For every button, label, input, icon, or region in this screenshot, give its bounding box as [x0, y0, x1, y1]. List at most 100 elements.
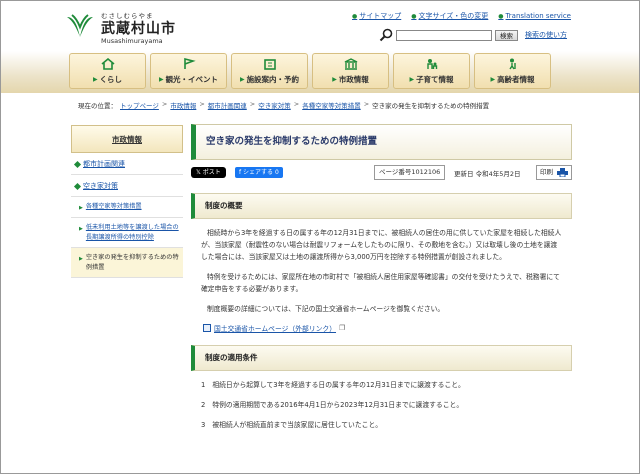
condition-item: 2 特例の適用期間である2016年4月1日から2023年12月31日までに譲渡する… — [201, 399, 572, 411]
sidebar-subitem-current: ▶ 空き家の発生を抑制するための特例措置 — [71, 248, 183, 278]
breadcrumb-prefix: 現在の位置： — [78, 102, 117, 110]
print-label: 印刷 — [540, 168, 553, 176]
main-content: 空き家の発生を抑制するための特例措置 𝕏 ポスト f シェアする 0 ページ番号… — [191, 124, 572, 431]
header-links: ● サイトマップ ● 文字サイズ・色の変更 ● Translation service — [352, 11, 571, 21]
x-post-button[interactable]: 𝕏 ポスト — [191, 167, 226, 178]
sitemap-label: サイトマップ — [359, 12, 402, 20]
sidebar-subitem-label: 空き家の発生を抑制するための特例措置 — [85, 254, 179, 271]
page-number: ページ番号1012106 — [374, 165, 446, 180]
nav-label: くらし — [99, 75, 123, 84]
triangle-icon: ● — [498, 12, 504, 20]
nav-city-info[interactable]: ▶ 市政情報 — [312, 53, 389, 89]
nav-label: 観光・イベント — [165, 75, 219, 84]
global-nav: ▶ くらし ▶ 観光・イベント ▶ 施設案内・予約 ▶ 市政情報 ▶ 子育て情報 ▶ 高齢者… — [1, 51, 639, 93]
search-icon — [379, 28, 393, 42]
external-link-label: 国土交通省ホームページ（外部リンク） — [214, 325, 337, 333]
search-input[interactable] — [396, 29, 492, 41]
nav-label: 市政情報 — [338, 75, 369, 84]
nav-label: 施設案内・予約 — [246, 75, 300, 84]
browser-frame: むさしむらやま 武蔵村山市 Musashimurayama ● サイトマップ ● 文… — [0, 0, 640, 474]
triangle-icon: ● — [411, 12, 417, 20]
search-help-link[interactable]: 検索の使い方 — [525, 30, 567, 40]
sidebar-subitem-land-deduction[interactable]: ▶ 低未利用土地等を譲渡した場合の長期譲渡所得の特別控除 — [71, 218, 183, 248]
triangle-icon: ▶ — [239, 76, 245, 83]
section-heading-conditions: 制度の適用条件 — [191, 345, 572, 371]
breadcrumb-vacant-house[interactable]: 空き家対策 — [258, 100, 291, 110]
section-heading-overview: 制度の概要 — [191, 193, 572, 219]
condition-text: 相続日から起算して3年を経過する日の属する年の12月31日までに譲渡すること。 — [212, 381, 465, 389]
facebook-share-button[interactable]: f シェアする 0 — [235, 167, 283, 178]
breadcrumb-measures[interactable]: 各種空家等対策措置 — [302, 100, 361, 110]
sidebar-item-label: 空き家対策 — [83, 182, 118, 190]
breadcrumb-separator: > — [199, 100, 205, 108]
search-button[interactable]: 検索 — [495, 29, 518, 41]
breadcrumb-separator: > — [363, 100, 370, 108]
sidebar-heading[interactable]: 市政情報 — [71, 125, 183, 153]
sitemap-link[interactable]: ● サイトマップ — [352, 11, 401, 21]
building-icon — [263, 59, 276, 70]
site-logo[interactable]: むさしむらやま 武蔵村山市 Musashimurayama — [65, 7, 205, 49]
nav-label: 高齢者情報 — [497, 75, 535, 84]
breadcrumb-top[interactable]: トップページ — [120, 100, 159, 110]
sidebar-subitem-measures[interactable]: ▶ 各種空家等対策措置 — [71, 197, 183, 218]
logo-roman: Musashimurayama — [101, 37, 163, 45]
logo-name: 武蔵村山市 — [101, 21, 176, 37]
city-hall-icon — [344, 58, 357, 70]
city-emblem-icon — [67, 14, 93, 37]
external-link-mlit[interactable]: 国土交通省ホームページ（外部リンク） ❐ — [203, 323, 572, 333]
overview-paragraph-1: 相続時から3年を経過する日の属する年の12月31日までに、被相続人の居住の用に供… — [201, 229, 562, 261]
sidebar-item-urban-planning[interactable]: 都市計画関連 — [71, 153, 183, 175]
translation-label: Translation service — [505, 12, 571, 20]
condition-item: 3 被相続人が相続直前まで当該家屋に居住していたこと。 — [201, 419, 572, 431]
sidebar: 市政情報 都市計画関連 空き家対策 ▶ 各種空家等対策措置 ▶ 低未利用土地等を譲渡… — [71, 125, 183, 278]
nav-label: 子育て情報 — [416, 75, 454, 84]
triangle-icon: ▶ — [79, 226, 83, 232]
link-icon — [203, 324, 211, 332]
triangle-icon: ▶ — [158, 76, 164, 83]
diamond-icon — [73, 160, 82, 168]
search-bar: 検索 検索の使い方 — [379, 28, 567, 42]
triangle-icon: ● — [352, 12, 358, 20]
font-size-color-label: 文字サイズ・色の変更 — [418, 12, 489, 20]
sidebar-subitem-label: 低未利用土地等を譲渡した場合の長期譲渡所得の特別控除 — [85, 224, 179, 241]
sidebar-subitem-label: 各種空家等対策措置 — [85, 203, 142, 210]
elderly-icon — [508, 58, 516, 70]
condition-item: 1 相続日から起算して3年を経過する日の属する年の12月31日までに譲渡すること。 — [201, 379, 572, 391]
nav-childcare[interactable]: ▶ 子育て情報 — [393, 53, 470, 89]
share-row: 𝕏 ポスト f シェアする 0 ページ番号1012106 更新日 令和4年5月2… — [191, 165, 572, 181]
breadcrumb-current: 空き家の発生を抑制するための特例措置 — [372, 102, 490, 110]
triangle-icon: ▶ — [490, 76, 496, 83]
condition-number: 3 — [201, 421, 206, 429]
condition-text: 被相続人が相続直前まで当該家屋に居住していたこと。 — [212, 421, 383, 429]
sidebar-heading-label: 市政情報 — [112, 135, 142, 144]
sidebar-item-label: 都市計画関連 — [83, 160, 125, 168]
triangle-icon: ▶ — [79, 256, 83, 262]
x-logo-icon: 𝕏 — [196, 169, 203, 176]
nav-tourism-events[interactable]: ▶ 観光・イベント — [150, 53, 227, 89]
breadcrumb-urban-planning[interactable]: 都市計画関連 — [208, 100, 247, 110]
nav-kurashi[interactable]: ▶ くらし — [69, 53, 146, 89]
breadcrumb-separator: > — [249, 100, 256, 108]
sidebar-item-vacant-house[interactable]: 空き家対策 — [71, 175, 183, 197]
overview-paragraph-3: 制度概要の詳細については、下記の国土交通省ホームページを御覧ください。 — [207, 305, 445, 313]
print-button[interactable]: 印刷 — [536, 165, 572, 180]
page-title: 空き家の発生を抑制するための特例措置 — [191, 124, 572, 160]
diamond-icon — [73, 182, 82, 190]
external-window-icon: ❐ — [339, 324, 346, 332]
parent-child-icon — [426, 59, 437, 69]
font-size-color-link[interactable]: ● 文字サイズ・色の変更 — [411, 11, 488, 21]
nav-elderly[interactable]: ▶ 高齢者情報 — [474, 53, 551, 89]
x-post-label: ポスト — [202, 169, 221, 176]
translation-link[interactable]: ● Translation service — [498, 11, 571, 21]
triangle-icon: ▶ — [332, 76, 337, 83]
triangle-icon: ▶ — [79, 205, 83, 211]
breadcrumb-separator: > — [293, 100, 300, 108]
breadcrumb: 現在の位置： トップページ > 市政情報 > 都市計画関連 > 空き家対策 > 各種空家… — [78, 100, 489, 110]
breadcrumb-city-info[interactable]: 市政情報 — [170, 100, 196, 110]
condition-number: 1 — [201, 381, 206, 389]
overview-paragraph-2: 特例を受けるためには、家屋所在地の市町村で「被相続人居住用家屋等確認書」の交付を… — [201, 273, 560, 293]
nav-facilities[interactable]: ▶ 施設案内・予約 — [231, 53, 308, 89]
condition-text: 特例の適用期間である2016年4月1日から2023年12月31日までに譲渡するこ… — [212, 401, 464, 409]
updated-date: 更新日 令和4年5月2日 — [454, 170, 521, 178]
condition-number: 2 — [201, 401, 206, 409]
